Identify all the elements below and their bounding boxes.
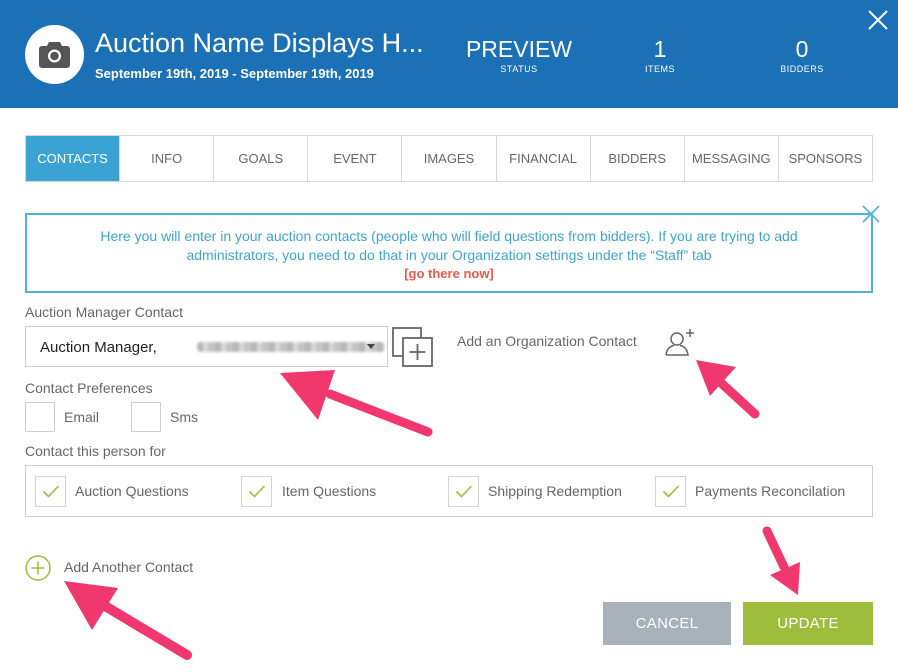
- auction-dates: September 19th, 2019 - September 19th, 2…: [95, 66, 374, 81]
- modal-header: Auction Name Displays H... September 19t…: [0, 0, 898, 108]
- close-icon[interactable]: [860, 203, 882, 225]
- tab-info[interactable]: INFO: [119, 136, 214, 181]
- contact-for-label: Contact this person for: [25, 443, 166, 459]
- stat-bidders: 0 BIDDERS: [762, 36, 842, 74]
- stat-items-value: 1: [653, 36, 667, 62]
- redacted-name: [197, 342, 385, 352]
- go-there-now-link[interactable]: [go there now]: [27, 266, 871, 281]
- add-org-contact-label[interactable]: Add an Organization Contact: [457, 333, 637, 349]
- update-button[interactable]: UPDATE: [743, 602, 873, 645]
- add-another-contact-link[interactable]: Add Another Contact: [64, 559, 193, 575]
- manager-select-value: Auction Manager,: [40, 339, 157, 356]
- stat-status: PREVIEW STATUS: [464, 36, 574, 74]
- tab-contacts[interactable]: CONTACTS: [26, 136, 120, 181]
- auction-questions-label: Auction Questions: [75, 483, 189, 499]
- tab-goals[interactable]: GOALS: [213, 136, 308, 181]
- sms-label: Sms: [170, 409, 198, 425]
- tab-financial[interactable]: FINANCIAL: [495, 136, 590, 181]
- check-icon: [455, 485, 473, 498]
- preferences-label: Contact Preferences: [25, 380, 153, 396]
- tab-event[interactable]: EVENT: [307, 136, 402, 181]
- auction-title: Auction Name Displays H...: [95, 28, 424, 58]
- annotation-arrow: [280, 370, 433, 437]
- check-icon: [662, 485, 680, 498]
- annotation-arrow: [762, 526, 800, 595]
- tab-images[interactable]: IMAGES: [401, 136, 496, 181]
- camera-icon: [39, 42, 70, 68]
- stat-bidders-value: 0: [795, 36, 809, 62]
- add-person-icon[interactable]: [663, 327, 697, 359]
- cancel-button[interactable]: CANCEL: [603, 602, 731, 645]
- close-icon[interactable]: [866, 8, 890, 32]
- manager-select[interactable]: Auction Manager,: [25, 326, 388, 367]
- annotation-arrow: [696, 360, 760, 419]
- item-questions-label: Item Questions: [282, 483, 377, 499]
- stat-status-label: STATUS: [500, 64, 538, 74]
- check-icon: [42, 485, 60, 498]
- chevron-down-icon: [367, 344, 375, 349]
- auction-avatar[interactable]: [25, 25, 84, 84]
- sms-checkbox[interactable]: [131, 402, 161, 432]
- add-circle-icon[interactable]: [25, 555, 51, 581]
- stat-status-value: PREVIEW: [465, 36, 573, 62]
- auction-questions-checkbox[interactable]: [35, 476, 66, 507]
- email-checkbox[interactable]: [25, 402, 55, 432]
- payments-reconcilation-label: Payments Reconcilation: [695, 483, 846, 499]
- tab-bidders[interactable]: BIDDERS: [589, 136, 684, 181]
- check-icon: [248, 485, 266, 498]
- stat-items: 1 ITEMS: [620, 36, 700, 74]
- info-message: Here you will enter in your auction cont…: [100, 228, 798, 263]
- tab-bar: CONTACTS INFO GOALS EVENT IMAGES FINANCI…: [25, 135, 873, 182]
- tab-messaging[interactable]: MESSAGING: [683, 136, 778, 181]
- item-questions-checkbox[interactable]: [241, 476, 272, 507]
- payments-reconcilation-checkbox[interactable]: [655, 476, 686, 507]
- duplicate-add-icon[interactable]: [391, 326, 434, 368]
- stat-items-label: ITEMS: [644, 64, 675, 74]
- stat-bidders-label: BIDDERS: [780, 64, 824, 74]
- email-label: Email: [64, 409, 100, 425]
- info-banner: Here you will enter in your auction cont…: [25, 213, 873, 293]
- shipping-redemption-label: Shipping Redemption: [488, 483, 622, 499]
- annotation-arrow: [64, 581, 192, 660]
- shipping-redemption-checkbox[interactable]: [448, 476, 479, 507]
- manager-label: Auction Manager Contact: [25, 304, 183, 320]
- tab-sponsors[interactable]: SPONSORS: [777, 136, 872, 181]
